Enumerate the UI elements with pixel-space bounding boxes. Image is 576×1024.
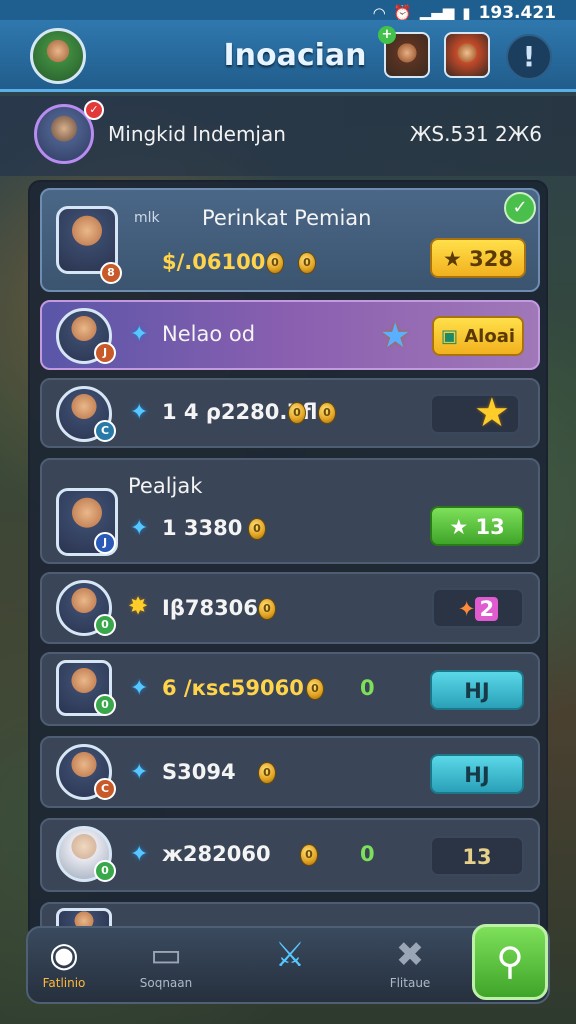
row-extra: 0 xyxy=(360,842,375,866)
leaderboard-row[interactable]: C ✦ 1 4 ρ2280.7fl 0 0 ★ xyxy=(40,378,540,448)
row-name: Perinkat Pemian xyxy=(202,206,372,230)
tools-icon: ✖ xyxy=(395,935,425,975)
action-button[interactable]: ▣ Aloai xyxy=(432,316,524,356)
score-pill-value: 328 xyxy=(469,247,513,271)
coin-icon: 0 xyxy=(258,762,276,784)
gem-icon: ✦ xyxy=(130,676,149,701)
row-value: ж282060 xyxy=(162,842,271,866)
row-value: 6 /кsc59060 xyxy=(162,676,304,700)
rank-badge: J xyxy=(94,532,116,554)
tablet-icon: ▭ xyxy=(149,935,183,975)
leaderboard-row-highlighted[interactable]: J ✦ Nelao od ★ ▣ Aloai xyxy=(40,300,540,370)
map-pin-button[interactable]: ⚲ xyxy=(472,924,548,1000)
leaderboard-row[interactable]: 8 mlk Perinkat Pemian $/.06100 0 0 ★ 328… xyxy=(40,188,540,292)
row-name: Nelao od xyxy=(162,322,256,346)
coin-icon: 0 xyxy=(318,402,336,424)
rank-badge: 0 xyxy=(94,860,116,882)
row-value: $/.06100 xyxy=(162,250,266,274)
score-pill[interactable]: ★ 328 xyxy=(430,238,526,278)
score-pill[interactable]: ✦ 2 xyxy=(432,588,524,628)
pin-icon: ⚲ xyxy=(496,939,524,983)
gem-icon: ✦ xyxy=(130,842,149,867)
chat-icon: ▣ xyxy=(440,326,458,347)
row-value: 1 3380 xyxy=(162,516,243,540)
score-pill[interactable]: HJ xyxy=(430,754,524,794)
nav-label: Fatlinio xyxy=(42,976,86,990)
coin-icon: 0 xyxy=(300,844,318,866)
coin-icon: 0 xyxy=(288,402,306,424)
sword-icon: ⚔ xyxy=(274,935,306,975)
leaderboard-panel: 8 mlk Perinkat Pemian $/.06100 0 0 ★ 328… xyxy=(28,180,548,940)
info-button[interactable]: ! xyxy=(506,34,552,80)
notification-badge: ✓ xyxy=(84,100,104,120)
rank-badge: C xyxy=(94,778,116,800)
coin-icon: 0 xyxy=(306,678,324,700)
leaderboard-row[interactable]: C ✦ S3094 0 HJ xyxy=(40,736,540,808)
star-icon: ✸ xyxy=(128,592,149,620)
gem-icon: ✦ xyxy=(130,760,149,785)
coin-icon: 0 xyxy=(258,598,276,620)
rank-badge: 0 xyxy=(94,614,116,636)
coin-icon: 0 xyxy=(248,518,266,540)
rank-badge: 8 xyxy=(100,262,122,284)
friend-avatar[interactable] xyxy=(444,32,490,78)
nav-item-flitaue[interactable]: ✖ Flitaue xyxy=(360,934,460,998)
bottom-nav: ◉ Fatlinio ▭ Soqnaan ⚔ ✖ Flitaue ⚲ xyxy=(26,924,550,1004)
app-header: Inoacian + ! xyxy=(0,20,576,92)
score-pill[interactable]: 13 xyxy=(430,836,524,876)
nav-label: Flitaue xyxy=(389,976,431,990)
nav-item-soqnaan[interactable]: ▭ Soqnaan xyxy=(116,934,216,998)
coin-icon: 0 xyxy=(298,252,316,274)
star-icon: ★ xyxy=(449,515,469,539)
row-prefix: mlk xyxy=(134,210,160,226)
action-button-label: Aloai xyxy=(464,326,516,347)
leaderboard-row[interactable]: 0 ✦ ж282060 0 0 13 xyxy=(40,818,540,892)
row-value: S3094 xyxy=(162,760,236,784)
friend-avatar[interactable]: + xyxy=(378,26,430,78)
nav-item-battle[interactable]: ⚔ xyxy=(240,934,340,998)
gem-icon: ✦ xyxy=(130,516,149,541)
score-pill[interactable]: HJ xyxy=(430,670,524,710)
star-icon: ★ xyxy=(443,247,462,271)
gem-icon: ✦ xyxy=(130,322,149,347)
score-pill-value: 13 xyxy=(475,515,505,539)
leaderboard-row[interactable]: 0 ✸ Iβ78306 0 ✦ 2 xyxy=(40,572,540,644)
gem-icon: ✦ xyxy=(130,400,149,425)
nav-label: Soqnaan xyxy=(139,976,193,990)
rank-badge: 0 xyxy=(94,694,116,716)
rank-badge: C xyxy=(94,420,116,442)
star-icon: ★ xyxy=(380,316,411,356)
leaderboard-row[interactable]: 0 ✦ 6 /кsc59060 0 0 HJ xyxy=(40,652,540,726)
row-value: Iβ78306 xyxy=(162,596,258,620)
add-friend-icon[interactable]: + xyxy=(378,26,396,44)
star-icon: ★ xyxy=(474,390,510,436)
score-pill[interactable]: ★ 13 xyxy=(430,506,524,546)
score-pill-value: 2 xyxy=(475,597,499,621)
player-score: ЖS.531 2Ж6 xyxy=(409,122,542,146)
current-player-bar: ✓ Mingkid Indemjan ЖS.531 2Ж6 xyxy=(0,96,576,176)
row-name: Pealjak xyxy=(128,474,203,498)
nav-item-home[interactable]: ◉ Fatlinio xyxy=(14,934,114,998)
target-icon: ◉ xyxy=(49,935,79,975)
rank-badge: J xyxy=(94,342,116,364)
spark-icon: ✦ xyxy=(457,597,476,621)
leaderboard-row[interactable]: Pealjak J ✦ 1 3380 0 ★ 13 xyxy=(40,458,540,564)
player-name: Mingkid Indemjan xyxy=(108,122,286,146)
check-icon: ✓ xyxy=(504,192,536,224)
profile-avatar[interactable] xyxy=(30,28,86,84)
row-extra: 0 xyxy=(360,676,375,700)
coin-icon: 0 xyxy=(266,252,284,274)
